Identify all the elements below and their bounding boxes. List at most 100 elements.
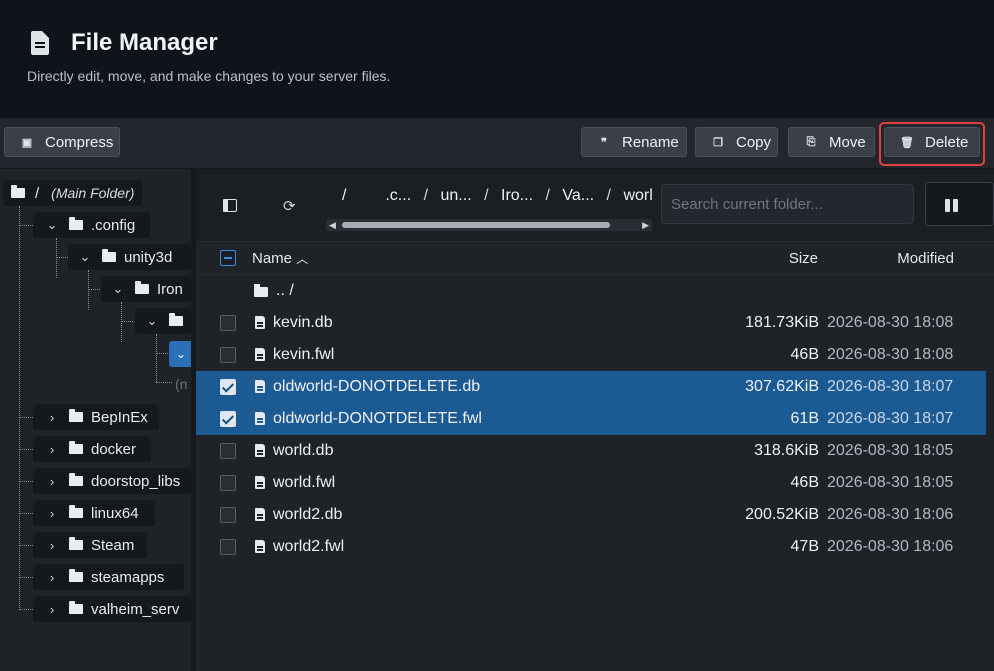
folder-icon: [69, 537, 83, 550]
file-name[interactable]: kevin.fwl: [273, 346, 334, 364]
file-row[interactable]: kevin.db 181.73KiB 2026-08-30 18:08: [196, 307, 986, 339]
breadcrumb-item[interactable]: /: [342, 187, 346, 205]
tree-folder-label: doorstop_libs: [91, 472, 181, 490]
row-checkbox[interactable]: [220, 347, 236, 363]
file-name[interactable]: world.fwl: [273, 474, 335, 492]
folder-icon: [69, 473, 83, 486]
file-name[interactable]: oldworld-DONOTDELETE.fwl: [273, 410, 482, 428]
copy-button[interactable]: ❐ Copy: [695, 127, 778, 157]
file-row[interactable]: world2.fwl 47B 2026-08-30 18:06: [196, 531, 986, 563]
tree-guide: [19, 513, 33, 514]
row-checkbox[interactable]: [220, 475, 236, 491]
breadcrumb-item[interactable]: .c...: [385, 187, 411, 205]
folder-icon: [69, 217, 83, 230]
breadcrumb-scrollbar[interactable]: ◀ ▶: [326, 219, 652, 231]
delete-button-highlight: [879, 122, 985, 166]
file-name[interactable]: world2.db: [273, 506, 342, 524]
file-name[interactable]: world2.fwl: [273, 538, 344, 556]
chevron-down-icon: ⌄: [146, 313, 158, 328]
refresh-icon[interactable]: ⟳: [283, 197, 296, 215]
view-toggle-button[interactable]: [925, 182, 994, 226]
move-button[interactable]: ⎘ Move: [788, 127, 875, 157]
row-checkbox[interactable]: [220, 443, 236, 459]
page-subtitle: Directly edit, move, and make changes to…: [27, 68, 391, 84]
chevron-right-icon: ›: [49, 601, 55, 617]
tree-guide: [19, 481, 33, 482]
folder-icon: [254, 284, 268, 297]
tree-item-steam[interactable]: › Steam: [33, 532, 147, 558]
folder-icon: [69, 441, 83, 454]
breadcrumb-separator: /: [606, 187, 611, 204]
page-header: File Manager Directly edit, move, and ma…: [0, 0, 994, 118]
breadcrumb-separator: /: [545, 187, 550, 204]
archive-icon: ▣: [21, 136, 33, 149]
row-checkbox[interactable]: [220, 507, 236, 523]
tree-folder-label: linux64: [91, 504, 139, 522]
file-name[interactable]: world.db: [273, 442, 333, 460]
tree-item-unity3d[interactable]: ⌄ unity3d: [68, 244, 191, 270]
folder-icon: [69, 601, 83, 614]
tree-guide: [56, 257, 68, 258]
row-checkbox[interactable]: [220, 379, 236, 395]
column-modified-header[interactable]: Modified: [897, 250, 954, 267]
tree-item-docker[interactable]: › docker: [33, 436, 151, 462]
tree-null-label: (n: [175, 376, 188, 392]
rename-label: Rename: [622, 133, 679, 151]
breadcrumb: / .c... / un... / Iro... / Va... / world…: [326, 187, 652, 213]
sidebar-toggle-icon[interactable]: [223, 199, 237, 212]
tree-guide: [19, 449, 33, 450]
file-modified: 2026-08-30 18:05: [827, 442, 954, 459]
file-icon: [255, 348, 265, 361]
file-list-header: Name ︿ Size Modified: [196, 242, 994, 275]
file-row[interactable]: world.fwl 46B 2026-08-30 18:05: [196, 467, 986, 499]
file-size: 318.6KiB: [754, 442, 819, 459]
file-row[interactable]: world2.db 200.52KiB 2026-08-30 18:06: [196, 499, 986, 531]
file-row-selected[interactable]: oldworld-DONOTDELETE.fwl 61B 2026-08-30 …: [196, 403, 986, 435]
rename-button[interactable]: ❞ Rename: [581, 127, 687, 157]
column-name-header[interactable]: Name ︿: [252, 250, 308, 267]
tree-unity-label: unity3d: [124, 248, 173, 266]
tree-item-root[interactable]: / (Main Folder): [3, 180, 142, 206]
breadcrumb-item[interactable]: Iro...: [501, 187, 533, 205]
file-name[interactable]: oldworld-DONOTDELETE.db: [273, 378, 480, 396]
tree-item-bepinex[interactable]: › BepInEx: [33, 404, 159, 430]
tree-item-steamapps[interactable]: › steamapps: [33, 564, 184, 590]
breadcrumb-item[interactable]: un...: [441, 187, 472, 205]
file-modified: 2026-08-30 18:06: [827, 506, 954, 523]
scroll-left-icon[interactable]: ◀: [329, 219, 336, 231]
folder-icon: [69, 505, 83, 518]
file-row[interactable]: world.db 318.6KiB 2026-08-30 18:05: [196, 435, 986, 467]
folder-icon: [69, 569, 83, 582]
tree-item-iron[interactable]: ⌄ Iron: [101, 276, 191, 302]
parent-directory-row[interactable]: .. /: [196, 275, 986, 307]
row-checkbox[interactable]: [220, 315, 236, 331]
columns-icon: [945, 199, 950, 212]
tree-item-valheim-serv[interactable]: › valheim_serv: [33, 596, 191, 622]
tree-item-nested[interactable]: ⌄: [135, 308, 191, 334]
scroll-right-icon[interactable]: ▶: [642, 219, 649, 231]
search-input[interactable]: [661, 184, 914, 224]
tree-iron-label: Iron: [157, 280, 183, 298]
scrollbar-thumb[interactable]: [342, 222, 610, 228]
tree-item-config[interactable]: ⌄ .config: [33, 212, 150, 238]
sort-up-icon: ︿: [296, 252, 309, 266]
select-all-checkbox[interactable]: [220, 250, 236, 266]
quote-icon: ❞: [601, 136, 607, 149]
compress-button[interactable]: ▣ Compress: [4, 127, 120, 157]
file-row[interactable]: kevin.fwl 46B 2026-08-30 18:08: [196, 339, 986, 371]
tree-item-linux64[interactable]: › linux64: [33, 500, 155, 526]
breadcrumb-item[interactable]: Va...: [562, 187, 594, 205]
tree-item-doorstop-libs[interactable]: › doorstop_libs: [33, 468, 191, 494]
breadcrumb-item[interactable]: worlds_l: [623, 187, 652, 205]
file-row-selected[interactable]: oldworld-DONOTDELETE.db 307.62KiB 2026-0…: [196, 371, 986, 403]
file-name[interactable]: kevin.db: [273, 314, 333, 332]
folder-tree[interactable]: / (Main Folder) ⌄ .config ⌄ unity3d ⌄ Ir…: [0, 169, 191, 671]
row-checkbox[interactable]: [220, 539, 236, 555]
folder-icon: [11, 185, 25, 198]
copy-label: Copy: [736, 133, 772, 151]
column-size-header[interactable]: Size: [789, 250, 818, 267]
folder-icon: [169, 313, 183, 326]
tree-item-selected[interactable]: ⌄: [169, 341, 191, 367]
file-icon: [255, 412, 265, 425]
row-checkbox[interactable]: [220, 411, 236, 427]
